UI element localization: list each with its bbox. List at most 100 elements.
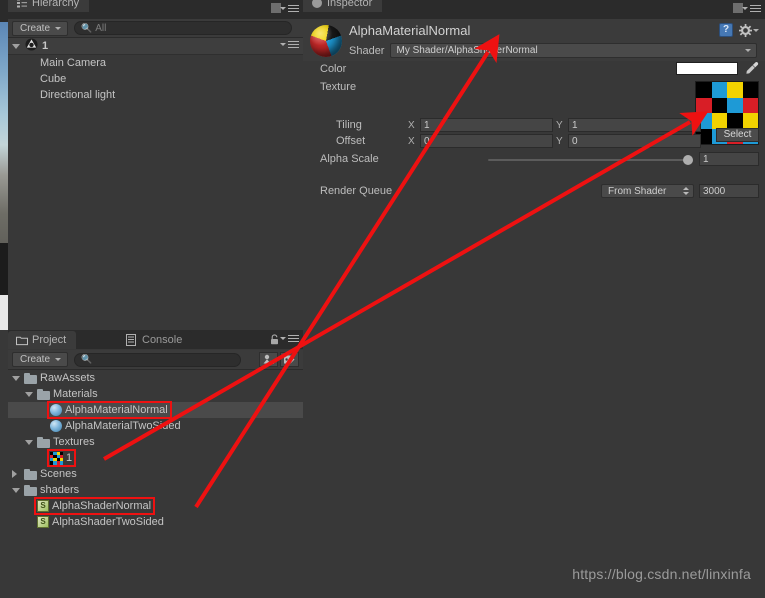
offset-x-input[interactable]: 0: [420, 134, 553, 148]
chevron-down-icon[interactable]: [25, 439, 33, 445]
hierarchy-panel: Hierarchy Create 🔍 All 1 Main Camera Cub…: [8, 0, 303, 330]
annotation-highlight-box: [47, 449, 76, 467]
tiling-x-input[interactable]: 1: [420, 118, 553, 132]
folder-icon: [24, 484, 37, 496]
tree-row-label: Scenes: [40, 468, 77, 480]
project-create-label: Create: [20, 354, 51, 365]
texture-cell: [711, 82, 727, 98]
shader-dropdown[interactable]: My Shader/AlphaShaderNormal: [390, 43, 757, 58]
tab-hierarchy[interactable]: Hierarchy: [8, 0, 90, 12]
project-lock-icon[interactable]: [270, 334, 279, 348]
texture-cell: [696, 82, 712, 98]
chevron-down-icon[interactable]: [12, 43, 20, 49]
texture-cell: [711, 97, 727, 113]
folder-icon: [24, 372, 37, 384]
tree-row-label: AlphaShaderTwoSided: [52, 516, 164, 528]
hierarchy-menu-icon[interactable]: [280, 5, 299, 12]
watermark-text: https://blog.csdn.net/linxinfa: [572, 566, 751, 582]
gear-icon[interactable]: [739, 23, 759, 37]
chevron-down-icon: [745, 49, 751, 52]
tree-row[interactable]: Materials: [8, 386, 303, 402]
console-icon: [126, 334, 138, 346]
hierarchy-search-input[interactable]: 🔍 All: [74, 21, 293, 35]
hierarchy-toolbar: Create 🔍 All: [8, 19, 303, 38]
eyedropper-icon[interactable]: [745, 61, 759, 75]
tab-inspector[interactable]: Inspector: [303, 0, 383, 12]
render-queue-label: Render Queue: [320, 185, 393, 197]
chevron-down-icon[interactable]: [25, 391, 33, 397]
tree-row[interactable]: S AlphaShaderTwoSided: [8, 514, 303, 530]
texture-cell: [727, 97, 743, 113]
render-queue-input[interactable]: 3000: [699, 184, 759, 198]
chevron-down-icon[interactable]: [12, 487, 20, 493]
tree-row[interactable]: Scenes: [8, 466, 303, 482]
alpha-scale-input[interactable]: 1: [699, 152, 759, 166]
material-preview-icon: [310, 25, 342, 57]
tab-project[interactable]: Project: [8, 331, 77, 349]
unity-editor-window: Hierarchy Create 🔍 All 1 Main Camera Cub…: [0, 0, 765, 598]
offset-y-input[interactable]: 0: [568, 134, 701, 148]
texture-label: Texture: [320, 81, 357, 93]
tree-row[interactable]: Textures: [8, 434, 303, 450]
search-icon: 🔍: [81, 22, 93, 33]
hierarchy-scene-menu-icon[interactable]: [280, 41, 299, 48]
tree-row[interactable]: shaders: [8, 482, 303, 498]
chevron-down-icon[interactable]: [12, 375, 20, 381]
hierarchy-create-label: Create: [20, 22, 51, 34]
alpha-scale-slider[interactable]: [488, 153, 693, 167]
shader-label: Shader: [349, 44, 385, 57]
filter-by-type-icon[interactable]: [259, 352, 278, 367]
project-search-input[interactable]: 🔍: [74, 352, 242, 367]
hierarchy-item[interactable]: Main Camera: [8, 55, 303, 71]
hierarchy-item[interactable]: Cube: [8, 71, 303, 87]
inspector-menu-icon[interactable]: [742, 5, 761, 12]
stepper-icon: [683, 187, 689, 195]
alpha-scale-label: Alpha Scale: [320, 153, 379, 165]
tree-foldout: [12, 487, 21, 493]
hierarchy-scene-row[interactable]: 1: [8, 38, 303, 55]
material-properties: Color Texture Select Tiling X 1 Y 1 Offs…: [303, 61, 765, 598]
tiling-y-group: Y 1: [556, 118, 701, 132]
offset-x-axis-label: X: [408, 135, 415, 147]
chevron-right-icon[interactable]: [12, 470, 17, 478]
slider-knob[interactable]: [683, 155, 693, 165]
tab-console[interactable]: Console: [118, 331, 193, 349]
tree-row-label: shaders: [40, 484, 80, 496]
chevron-down-icon: [55, 358, 62, 361]
project-filter-buttons: [259, 352, 299, 367]
tree-row[interactable]: AlphaMaterialTwoSided: [8, 418, 303, 434]
texture-cell: [742, 113, 758, 129]
texture-select-button[interactable]: Select: [716, 128, 759, 142]
filter-by-label-icon[interactable]: [280, 352, 299, 367]
tree-row[interactable]: RawAssets: [8, 370, 303, 386]
inspector-tabstrip: Inspector: [303, 0, 765, 19]
texture-cell: [727, 82, 743, 98]
hierarchy-search-placeholder: All: [95, 22, 107, 34]
render-queue-mode-dropdown[interactable]: From Shader: [601, 184, 694, 198]
slider-track: [488, 159, 693, 161]
tab-console-label: Console: [142, 334, 183, 346]
project-tabstrip: Project Console: [8, 330, 303, 349]
shader-icon: S: [37, 516, 49, 528]
texture-cell: [696, 97, 712, 113]
project-menu-icon[interactable]: [280, 335, 299, 342]
inspector-panel: Inspector AlphaMaterialNormal ? Shader M…: [303, 0, 765, 598]
tab-hierarchy-label: Hierarchy: [32, 0, 80, 9]
hierarchy-scene-name: 1: [42, 40, 49, 52]
folder-icon: [24, 468, 37, 480]
texture-cell: [711, 113, 727, 129]
hierarchy-item[interactable]: Directional light: [8, 87, 303, 103]
color-swatch[interactable]: [676, 62, 738, 75]
texture-cell: [742, 97, 758, 113]
inspector-icon: [311, 0, 323, 9]
unity-scene-icon: [25, 38, 38, 54]
tiling-y-input[interactable]: 1: [568, 118, 701, 132]
tiling-x-group: X 1: [408, 118, 553, 132]
tree-row-label: Textures: [53, 436, 95, 448]
folder-icon: [16, 334, 28, 346]
project-toolbar: Create 🔍: [8, 350, 303, 370]
project-create-button[interactable]: Create: [12, 352, 69, 367]
help-icon[interactable]: ?: [719, 23, 733, 37]
hierarchy-create-button[interactable]: Create: [12, 20, 69, 36]
tab-inspector-label: Inspector: [327, 0, 373, 9]
